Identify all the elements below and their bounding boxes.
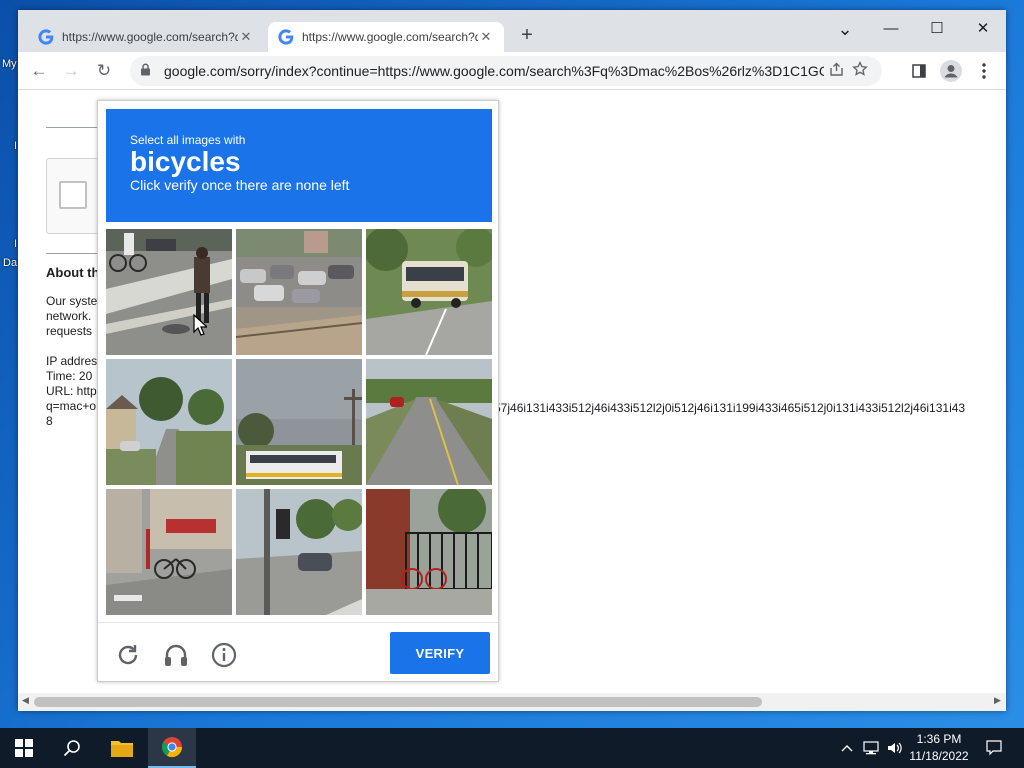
chrome-icon bbox=[161, 737, 183, 758]
reload-challenge-icon[interactable] bbox=[114, 641, 142, 669]
image-tile[interactable] bbox=[236, 229, 362, 355]
tab-strip: https://www.google.com/search?q ✕ https:… bbox=[18, 10, 1006, 52]
folder-icon bbox=[111, 741, 133, 757]
desktop-icon-label[interactable]: I bbox=[14, 140, 17, 152]
body-text: network. bbox=[46, 309, 92, 323]
tab-title: https://www.google.com/search?q bbox=[62, 30, 238, 44]
challenge-header: Select all images with bicycles Click ve… bbox=[106, 109, 492, 222]
mouse-cursor-icon bbox=[193, 314, 207, 336]
network-icon bbox=[863, 741, 879, 755]
share-icon[interactable] bbox=[824, 62, 848, 81]
recaptcha-checkbox[interactable] bbox=[59, 181, 87, 209]
notification-icon bbox=[986, 740, 1002, 756]
body-text: requests bbox=[46, 324, 93, 338]
system-clock[interactable]: 1:36 PM 11/18/2022 bbox=[908, 731, 970, 765]
desktop-icon-label[interactable]: My bbox=[2, 58, 17, 70]
new-tab-button[interactable]: + bbox=[516, 25, 538, 47]
tab-close-icon[interactable]: ✕ bbox=[478, 29, 494, 45]
clock-time: 1:36 PM bbox=[916, 732, 962, 746]
reload-button[interactable]: ↻ bbox=[93, 60, 115, 82]
browser-toolbar: ← → ↻ google.com/sorry/index?continue=ht… bbox=[18, 52, 1006, 90]
network-tray-button[interactable] bbox=[860, 728, 882, 768]
clock-date: 11/18/2022 bbox=[909, 749, 969, 763]
ip-text: IP addres bbox=[46, 354, 98, 368]
bookmark-star-icon[interactable] bbox=[848, 60, 872, 81]
search-button[interactable] bbox=[48, 728, 96, 768]
instruction-line: Click verify once there are none left bbox=[130, 177, 350, 193]
profile-avatar-icon[interactable] bbox=[940, 60, 962, 82]
menu-kebab-icon[interactable] bbox=[973, 60, 995, 82]
minimize-button[interactable]: — bbox=[868, 16, 914, 42]
address-bar[interactable]: google.com/sorry/index?continue=https://… bbox=[130, 56, 882, 86]
search-icon bbox=[63, 740, 80, 757]
forward-button[interactable]: → bbox=[60, 60, 82, 82]
lock-icon[interactable] bbox=[140, 63, 154, 79]
verify-button[interactable]: VERIFY bbox=[390, 632, 490, 674]
action-center-button[interactable] bbox=[976, 728, 1012, 768]
desktop-icon-label[interactable]: I bbox=[14, 238, 17, 250]
url-text: google.com/sorry/index?continue=https://… bbox=[164, 63, 824, 79]
url-tail-text: 57j46i131i433i512j46i433i512l2j0i512j46i… bbox=[494, 401, 966, 415]
scroll-left-icon[interactable]: ◀ bbox=[22, 695, 29, 706]
windows-logo-icon bbox=[15, 739, 33, 757]
close-window-button[interactable]: ✕ bbox=[960, 16, 1006, 42]
instruction-line: Select all images with bbox=[130, 133, 246, 147]
url-line-end: 8 bbox=[46, 414, 53, 428]
target-object: bicycles bbox=[130, 146, 241, 177]
tab-google-search-2[interactable]: https://www.google.com/search?q ✕ bbox=[268, 22, 504, 52]
scroll-right-icon[interactable]: ▶ bbox=[994, 695, 1001, 706]
file-explorer-button[interactable] bbox=[98, 728, 146, 768]
image-grid bbox=[106, 229, 492, 615]
about-heading: About th bbox=[46, 265, 100, 280]
google-favicon-icon bbox=[38, 29, 54, 45]
challenge-footer: VERIFY bbox=[98, 622, 498, 682]
image-tile[interactable] bbox=[106, 489, 232, 615]
tab-search-button[interactable]: ⌄ bbox=[822, 16, 868, 42]
scrollbar-thumb[interactable] bbox=[34, 697, 762, 707]
image-tile[interactable] bbox=[106, 229, 232, 355]
maximize-button[interactable]: ☐ bbox=[914, 16, 960, 42]
tab-google-search-1[interactable]: https://www.google.com/search?q ✕ bbox=[28, 22, 264, 52]
image-tile[interactable] bbox=[236, 359, 362, 485]
audio-challenge-icon[interactable] bbox=[162, 641, 190, 669]
back-button[interactable]: ← bbox=[28, 60, 50, 82]
body-text: Our syste bbox=[46, 294, 98, 308]
info-icon[interactable] bbox=[210, 641, 238, 669]
speaker-icon bbox=[888, 742, 902, 754]
url-query: q=mac+o bbox=[46, 399, 97, 413]
url-label: URL: http bbox=[46, 384, 97, 398]
desktop-icon-label[interactable]: Da bbox=[3, 257, 17, 269]
show-hidden-icons-button[interactable] bbox=[838, 728, 856, 768]
image-tile[interactable] bbox=[106, 359, 232, 485]
start-button[interactable] bbox=[0, 728, 48, 768]
tab-title: https://www.google.com/search?q bbox=[302, 30, 478, 44]
tab-close-icon[interactable]: ✕ bbox=[238, 29, 254, 45]
image-tile[interactable] bbox=[366, 489, 492, 615]
chevron-up-icon bbox=[841, 745, 853, 752]
image-tile[interactable] bbox=[366, 229, 492, 355]
image-tile[interactable] bbox=[236, 489, 362, 615]
google-favicon-icon bbox=[278, 29, 294, 45]
taskbar: 1:36 PM 11/18/2022 bbox=[0, 728, 1024, 768]
side-panel-icon[interactable] bbox=[908, 60, 930, 82]
time-text: Time: 20 bbox=[46, 369, 93, 383]
chrome-taskbar-button[interactable] bbox=[148, 728, 196, 768]
image-tile[interactable] bbox=[366, 359, 492, 485]
recaptcha-challenge: Select all images with bicycles Click ve… bbox=[97, 100, 499, 682]
horizontal-scrollbar[interactable]: ◀ ▶ bbox=[18, 693, 1006, 711]
volume-tray-button[interactable] bbox=[884, 728, 906, 768]
